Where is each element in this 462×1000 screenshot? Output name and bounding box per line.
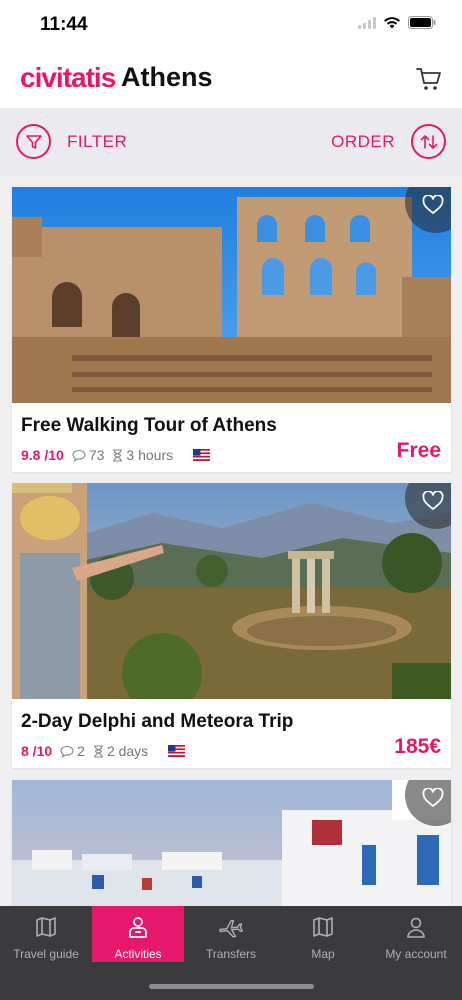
heart-icon (422, 491, 444, 510)
wifi-icon (383, 16, 401, 34)
tab-label: Transfers (205, 947, 257, 961)
tab-activities[interactable]: Activities (92, 906, 184, 962)
screen: 11:44 civitatis Athens FILTER ORDER Free… (0, 0, 462, 1000)
us-flag-icon (193, 449, 211, 461)
status-bar: 11:44 (0, 0, 462, 50)
page-title: Athens (121, 62, 213, 92)
activity-info: Free Walking Tour of Athens 9.8 /10 73 3… (12, 403, 451, 472)
activity-meta: 9.8 /10 73 3 hours (21, 447, 211, 463)
rating: 9.8 /10 (21, 447, 64, 463)
cart-icon[interactable] (416, 66, 442, 92)
filter-label: FILTER (67, 131, 128, 151)
tab-label: Activities (114, 947, 162, 961)
signal-icon (358, 16, 376, 34)
comment-icon (60, 745, 74, 758)
tab-label: Map (311, 947, 335, 961)
tab-map[interactable]: Map (277, 906, 369, 962)
activity-card[interactable]: 2-Day Delphi and Meteora Trip 8 /10 2 2 … (12, 483, 451, 768)
filter-button[interactable]: FILTER (16, 124, 127, 159)
activity-image[interactable] (12, 187, 451, 403)
heart-icon (422, 788, 444, 807)
tab-my-account[interactable]: My account (370, 906, 462, 962)
activity-title[interactable]: Free Walking Tour of Athens (21, 415, 442, 437)
sort-arrows-icon (411, 124, 446, 159)
person-icon (126, 915, 150, 944)
tab-transfers[interactable]: Transfers (185, 906, 277, 962)
tab-bar: Travel guide Activities Transfers Map My… (0, 906, 462, 1000)
battery-icon (408, 16, 436, 34)
filter-bar: FILTER ORDER (0, 108, 462, 176)
order-button[interactable]: ORDER (331, 124, 446, 159)
funnel-icon (16, 124, 51, 159)
order-label: ORDER (331, 131, 395, 151)
comment-icon (72, 449, 86, 462)
activity-card[interactable]: Free Walking Tour of Athens 9.8 /10 73 3… (12, 187, 451, 472)
duration: 3 hours (126, 447, 174, 463)
hourglass-icon (112, 448, 123, 462)
map-icon (311, 915, 335, 944)
rating: 8 /10 (21, 743, 53, 759)
price: Free (396, 439, 441, 462)
user-icon (404, 915, 428, 944)
plane-icon (218, 915, 244, 944)
activity-info: 2-Day Delphi and Meteora Trip 8 /10 2 2 … (12, 699, 451, 768)
tab-travel-guide[interactable]: Travel guide (0, 906, 92, 962)
home-indicator[interactable] (149, 984, 314, 989)
review-count: 73 (88, 447, 105, 463)
activity-title[interactable]: 2-Day Delphi and Meteora Trip (21, 711, 442, 733)
app-header: civitatis Athens (0, 50, 462, 108)
review-count: 2 (77, 743, 85, 759)
map-book-icon (34, 915, 58, 944)
status-icons (358, 16, 436, 34)
heart-icon (422, 195, 444, 214)
tab-label: My account (385, 947, 447, 961)
activity-meta: 8 /10 2 2 days (21, 743, 186, 759)
activity-image[interactable] (12, 483, 451, 699)
us-flag-icon (168, 745, 186, 757)
tab-label: Travel guide (13, 947, 79, 961)
brand-logo[interactable]: civitatis (20, 62, 116, 94)
price: 185€ (394, 735, 441, 758)
hourglass-icon (93, 744, 104, 758)
duration: 2 days (106, 743, 149, 759)
status-time: 11:44 (40, 14, 88, 35)
